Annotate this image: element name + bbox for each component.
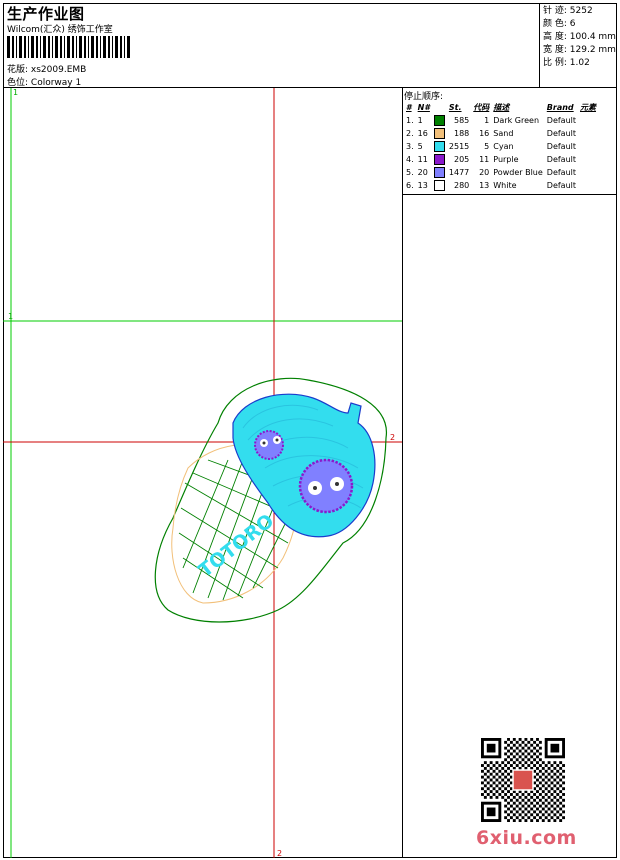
row-code: 5 — [484, 142, 490, 151]
row-code: 16 — [479, 129, 490, 138]
row-n: 13 — [417, 181, 428, 190]
row-brand: Default — [546, 168, 577, 177]
soot-sprite-small — [254, 430, 284, 460]
col-header-stitches: St. — [448, 103, 462, 112]
stat-row: 高 度: 100.4 mm — [543, 32, 616, 42]
row-n: 11 — [417, 155, 428, 164]
table-row: 3. 5 2515 5 Cyan Default — [404, 140, 598, 153]
row-desc: Powder Blue — [493, 168, 543, 177]
row-idx: 5. — [406, 168, 414, 177]
row-brand: Default — [546, 181, 577, 190]
design-svg: 1 1 2 2 TOTORO — [3, 88, 402, 858]
row-element — [578, 179, 598, 192]
table-row: 1. 1 585 1 Dark Green Default — [404, 114, 598, 127]
soot-sprite-large — [298, 458, 354, 514]
side-divider — [403, 194, 617, 195]
color-swatch — [433, 128, 445, 139]
stat-row: 比 例: 1.02 — [543, 58, 590, 68]
row-element — [578, 114, 598, 127]
watermark: 6xiu.com — [476, 827, 577, 849]
colorway: 色位: Colorway 1 — [7, 75, 81, 88]
row-code: 11 — [479, 155, 490, 164]
row-n: 16 — [417, 129, 428, 138]
row-idx: 3. — [406, 142, 414, 151]
row-brand: Default — [546, 142, 577, 151]
col-header-code: 代码 — [473, 103, 490, 112]
row-desc: Cyan — [493, 142, 514, 151]
row-desc: Sand — [493, 129, 514, 138]
table-row: 4. 11 205 11 Purple Default — [404, 153, 598, 166]
row-stitches: 2515 — [448, 142, 470, 151]
row-element — [578, 140, 598, 153]
row-stitches: 188 — [453, 129, 470, 138]
table-header-row: # N# St. 代码 描述 Brand 元素 — [404, 101, 598, 114]
axis-label-green-top: 1 — [13, 88, 18, 97]
row-swatch — [432, 153, 447, 166]
row-idx: 1. — [406, 116, 414, 125]
stat-row: 针 迹: 5252 — [543, 6, 593, 16]
row-swatch — [432, 179, 447, 192]
colorway-value: Colorway 1 — [30, 78, 82, 88]
row-desc: Purple — [493, 155, 519, 164]
studio-name: Wilcom(汇众) 绣饰工作室 — [7, 25, 113, 35]
design-label: 花版: — [7, 65, 29, 75]
row-desc: White — [493, 181, 517, 190]
design-file: 花版: xs2009.EMB — [7, 62, 86, 75]
design-canvas[interactable]: 1 1 2 2 TOTORO — [3, 88, 403, 858]
row-brand: Default — [546, 129, 577, 138]
col-header-element: 元素 — [580, 103, 597, 112]
color-swatch — [433, 180, 445, 191]
row-swatch — [432, 114, 447, 127]
qr-code — [481, 738, 565, 822]
row-n: 20 — [417, 168, 428, 177]
axis-label-red-bottom: 2 — [277, 849, 282, 858]
row-idx: 2. — [406, 129, 414, 138]
color-swatch — [433, 115, 445, 126]
col-header-n: N# — [417, 103, 430, 112]
row-stitches: 205 — [453, 155, 470, 164]
table-row: 6. 13 280 13 White Default — [404, 179, 598, 192]
axis-label-green-left: 1 — [8, 312, 13, 321]
row-idx: 4. — [406, 155, 414, 164]
row-code: 13 — [479, 181, 490, 190]
row-n: 1 — [417, 116, 423, 125]
col-header-idx: # — [406, 103, 412, 112]
row-element — [578, 153, 598, 166]
barcode — [7, 36, 130, 58]
row-swatch — [432, 166, 447, 179]
color-swatch — [433, 154, 445, 165]
col-header-swatch — [432, 101, 447, 114]
row-n: 5 — [417, 142, 423, 151]
row-desc: Dark Green — [493, 116, 540, 125]
row-swatch — [432, 127, 447, 140]
embroidery-design: TOTORO — [154, 377, 387, 623]
page-title: 生产作业图 — [7, 5, 85, 23]
row-swatch — [432, 140, 447, 153]
stat-row: 颜 色: 6 — [543, 19, 576, 29]
stats-panel: 针 迹: 5252 颜 色: 6 高 度: 100.4 mm 宽 度: 129.… — [539, 3, 617, 88]
row-stitches: 1477 — [448, 168, 470, 177]
row-brand: Default — [546, 116, 577, 125]
row-brand: Default — [546, 155, 577, 164]
table-row: 5. 20 1477 20 Powder Blue Default — [404, 166, 598, 179]
col-header-brand: Brand — [546, 103, 574, 112]
color-swatch — [433, 141, 445, 152]
row-stitches: 585 — [453, 116, 470, 125]
stop-sequence-table: # N# St. 代码 描述 Brand 元素 1. 1 585 1 Dark Gree… — [404, 101, 598, 192]
colorway-label: 色位: — [7, 78, 29, 88]
table-row: 2. 16 188 16 Sand Default — [404, 127, 598, 140]
row-idx: 6. — [406, 181, 414, 190]
col-header-desc: 描述 — [493, 103, 510, 112]
color-swatch — [433, 167, 445, 178]
row-code: 20 — [479, 168, 490, 177]
row-code: 1 — [484, 116, 490, 125]
design-value: xs2009.EMB — [30, 65, 87, 75]
row-stitches: 280 — [453, 181, 470, 190]
row-element — [578, 127, 598, 140]
row-element — [578, 166, 598, 179]
axis-label-red-right: 2 — [390, 433, 395, 442]
stat-row: 宽 度: 129.2 mm — [543, 45, 616, 55]
